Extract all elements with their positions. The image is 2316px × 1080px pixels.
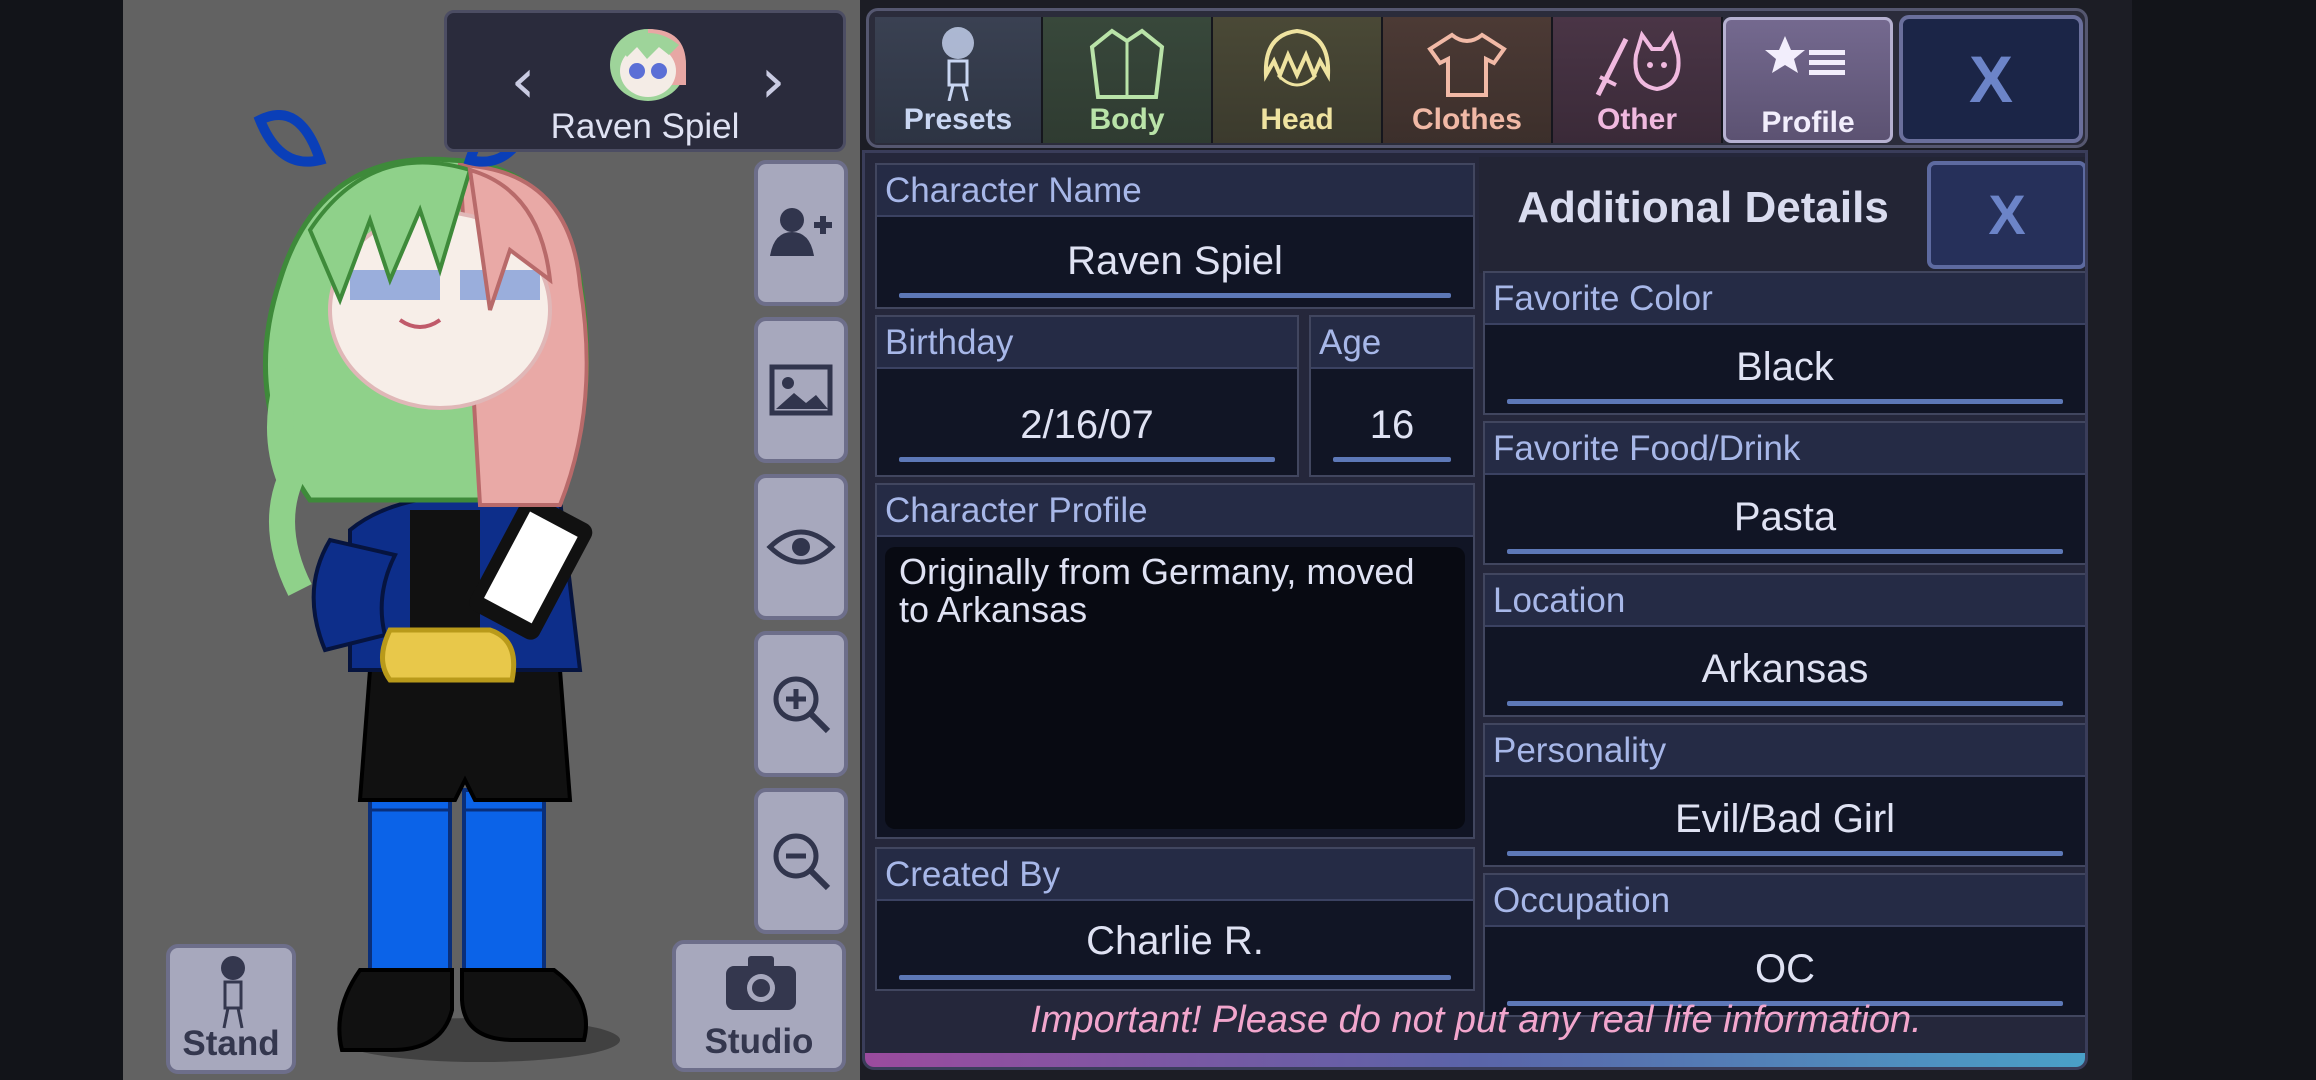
eye-icon <box>766 529 836 565</box>
tab-body[interactable]: Body <box>1043 17 1213 143</box>
location-value: Arkansas <box>1701 647 1869 691</box>
camera-icon <box>726 956 796 1010</box>
zoom-in-icon <box>773 676 831 734</box>
character-figure[interactable] <box>240 110 710 1080</box>
favorite-color-label: Favorite Color <box>1485 273 2085 325</box>
birthday-field[interactable]: Birthday 2/16/07 <box>875 315 1299 477</box>
left-margin <box>0 0 123 1080</box>
underline <box>1507 399 2063 404</box>
tab-clothes[interactable]: Clothes <box>1383 17 1553 143</box>
favorite-food-field[interactable]: Favorite Food/Drink Pasta <box>1483 421 2085 565</box>
close-icon: X <box>1988 183 2026 246</box>
character-profile-label: Character Profile <box>877 485 1473 537</box>
created-by-field[interactable]: Created By Charlie R. <box>875 847 1475 991</box>
character-name-value: Raven Spiel <box>1067 239 1283 283</box>
right-margin <box>2132 0 2316 1080</box>
character-avatar <box>610 29 686 101</box>
underline <box>899 293 1451 298</box>
underline <box>1507 701 2063 706</box>
underline <box>1507 851 2063 856</box>
sword-cat-icon <box>1595 30 1681 97</box>
character-profile-field: Character Profile Originally from German… <box>875 483 1475 839</box>
warning-message: Important! Please do not put any real li… <box>1030 999 1922 1041</box>
character-name-field[interactable]: Character Name Raven Spiel <box>875 163 1475 309</box>
character-selector: ‹ › Raven Spiel <box>444 10 846 152</box>
created-by-value: Charlie R. <box>1086 919 1264 963</box>
favorite-food-label: Favorite Food/Drink <box>1485 423 2085 475</box>
tab-presets-label: Presets <box>903 103 1013 136</box>
zoom-out-button[interactable] <box>754 788 848 934</box>
underline <box>899 457 1275 462</box>
tab-head-label: Head <box>1260 103 1334 136</box>
character-name-label: Character Name <box>877 165 1473 217</box>
tab-clothes-label: Clothes <box>1411 103 1522 136</box>
tab-head[interactable]: Head <box>1213 17 1383 143</box>
occupation-field[interactable]: Occupation OC <box>1483 873 2085 1017</box>
occupation-label: Occupation <box>1485 875 2085 927</box>
birthday-value: 2/16/07 <box>1020 403 1154 447</box>
tab-other[interactable]: Other <box>1553 17 1723 143</box>
tshirt-icon <box>1427 32 1507 97</box>
category-tab-bar: Presets Body Head Clothes Other Profile … <box>866 8 2088 148</box>
favorite-color-field[interactable]: Favorite Color Black <box>1483 271 2085 415</box>
star-list-icon <box>1765 36 1845 75</box>
age-label: Age <box>1311 317 1473 369</box>
underline <box>1333 457 1451 462</box>
favorite-color-value: Black <box>1736 345 1834 389</box>
background-button[interactable] <box>754 317 848 463</box>
tab-profile[interactable]: Profile <box>1723 17 1893 143</box>
favorite-food-value: Pasta <box>1733 495 1837 539</box>
decorative-gradient-bar <box>865 1053 2085 1067</box>
additional-details-header: Additional Details X <box>1479 157 2085 273</box>
tab-body-label: Body <box>1089 103 1165 136</box>
created-by-label: Created By <box>877 849 1473 901</box>
additional-close-button[interactable]: X <box>1927 161 2085 269</box>
underline <box>899 975 1451 980</box>
studio-label: Studio <box>704 1022 814 1061</box>
age-value: 16 <box>1369 403 1415 447</box>
profile-panel: Character Name Raven Spiel Birthday 2/16… <box>862 150 2088 1070</box>
personality-field[interactable]: Personality Evil/Bad Girl <box>1483 723 2085 867</box>
close-button[interactable]: X <box>1899 15 2083 143</box>
occupation-value: OC <box>1755 947 1815 991</box>
character-profile-textarea[interactable]: Originally from Germany, moved to Arkans… <box>885 547 1465 829</box>
age-field[interactable]: Age 16 <box>1309 315 1475 477</box>
standing-figure-icon <box>221 956 245 1029</box>
birthday-label: Birthday <box>877 317 1297 369</box>
hair-icon <box>1263 28 1331 87</box>
personality-label: Personality <box>1485 725 2085 777</box>
location-label: Location <box>1485 575 2085 627</box>
add-character-button[interactable] <box>754 160 848 306</box>
add-person-icon <box>770 208 832 256</box>
studio-button[interactable]: Studio <box>672 940 846 1072</box>
location-field[interactable]: Location Arkansas <box>1483 573 2085 717</box>
zoom-out-icon <box>773 833 831 891</box>
tab-presets[interactable]: Presets <box>875 17 1043 143</box>
additional-details-title: Additional Details <box>1517 183 1889 232</box>
stand-label: Stand <box>182 1024 280 1063</box>
tab-other-label: Other <box>1596 103 1677 136</box>
character-card-name: Raven Spiel <box>550 107 740 146</box>
tab-profile-label: Profile <box>1761 106 1855 139</box>
preset-figure-icon <box>942 27 974 101</box>
close-icon: X <box>1968 42 2014 116</box>
jacket-icon <box>1089 28 1165 99</box>
image-icon <box>769 364 833 416</box>
personality-value: Evil/Bad Girl <box>1674 797 1896 841</box>
underline <box>1507 549 2063 554</box>
visibility-button[interactable] <box>754 474 848 620</box>
zoom-in-button[interactable] <box>754 631 848 777</box>
stand-button[interactable]: Stand <box>166 944 296 1074</box>
